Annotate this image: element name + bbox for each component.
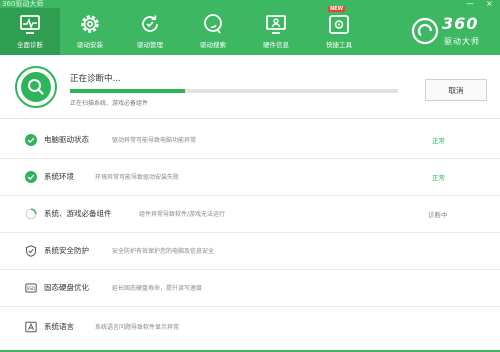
loading-spinner-icon [25,208,37,220]
nav-label: 硬件信息 [263,41,289,49]
language-icon [25,321,37,333]
nav-driver-manage[interactable]: 驱动管理 [120,8,180,55]
new-badge: NEW [328,6,346,12]
monitor-icon [20,15,40,34]
nav-driver-install[interactable]: 驱动安装 [60,8,120,55]
item-description: 组件异常导致软件/游戏无法运行 [139,211,226,218]
svg-text:SSD: SSD [27,286,36,291]
logo-icon [411,17,439,45]
item-description: 延长固态硬盘寿命，提升读写速度 [112,285,203,292]
diagnosis-status-panel: 正在诊断中... 正在扫描系统、游戏必备组件 取消 [0,55,500,119]
nav-hardware-info[interactable]: 硬件信息 [246,8,306,55]
shield-icon [26,245,36,257]
check-icon [25,134,37,146]
hardware-icon [266,15,286,34]
item-status: 正常 [432,174,445,182]
minimize-button[interactable]: — [466,0,474,8]
cancel-button[interactable]: 取消 [425,79,487,101]
ssd-icon: SSD [25,283,37,293]
item-title: 系统环境 [44,172,74,181]
item-description: 环境异常可能导致驱动安装失败 [95,174,180,181]
check-icon [25,171,37,183]
item-title: 电脑驱动状态 [44,135,89,144]
nav-label: 驱动安装 [77,41,103,49]
item-title: 系统语言 [44,322,74,331]
list-item-system-game-components: 系统、游戏必备组件 组件异常导致软件/游戏无法运行 诊断中 [0,196,500,233]
logo-subtitle: 驱动大师 [444,37,480,46]
nav-label: 驱动管理 [137,41,163,49]
item-title: 系统、游戏必备组件 [44,209,112,218]
list-item-security-protection: 系统安全防护 安全防护有效保护您的电脑及信息安全 [0,233,500,270]
close-button[interactable]: × [486,0,493,8]
item-title: 系统安全防护 [44,246,89,255]
item-status: 诊断中 [428,211,448,219]
list-item-system-environment: 系统环境 环境异常可能导致驱动安装失败 正常 [0,159,500,196]
item-description: 系统语言问题导致软件显示异常 [95,324,180,331]
list-item-driver-status: 电脑驱动状态 驱动异常可能导致电脑功能异常 正常 [0,122,500,159]
diagnosis-progress-bar [70,89,398,93]
nav-driver-search[interactable]: 驱动搜索 [183,8,243,55]
top-nav-bar: 360 驱动大师 — × 全面诊断 驱动安装 驱动管理 驱动搜索 硬件信息 NEW… [0,0,500,55]
brand-logo: 360 驱动大师 [410,14,490,50]
refresh-icon [142,15,158,32]
item-description: 驱动异常可能导致电脑功能异常 [112,137,197,144]
gear-icon [81,15,99,33]
nav-label: 驱动搜索 [200,41,226,49]
nav-quick-tools[interactable]: NEW 快捷工具 [309,6,369,55]
nav-label: 快捷工具 [326,41,352,49]
scan-search-icon [15,66,57,108]
search-icon [204,14,222,34]
item-title: 固态硬盘优化 [44,283,89,292]
nav-label: 全面诊断 [17,41,43,49]
progress-fill [70,89,185,93]
item-status: 正常 [432,137,445,145]
logo-number: 360 [442,14,479,33]
toolbox-icon [329,15,349,34]
status-title: 正在诊断中... [70,74,121,84]
list-item-ssd-optimization: SSD 固态硬盘优化 延长固态硬盘寿命，提升读写速度 [0,270,500,307]
nav-full-diagnosis[interactable]: 全面诊断 [0,8,60,55]
status-subtitle: 正在扫描系统、游戏必备组件 [70,100,149,107]
item-description: 安全防护有效保护您的电脑及信息安全 [112,248,215,255]
list-item-system-language: 系统语言 系统语言问题导致软件显示异常 [0,309,500,345]
